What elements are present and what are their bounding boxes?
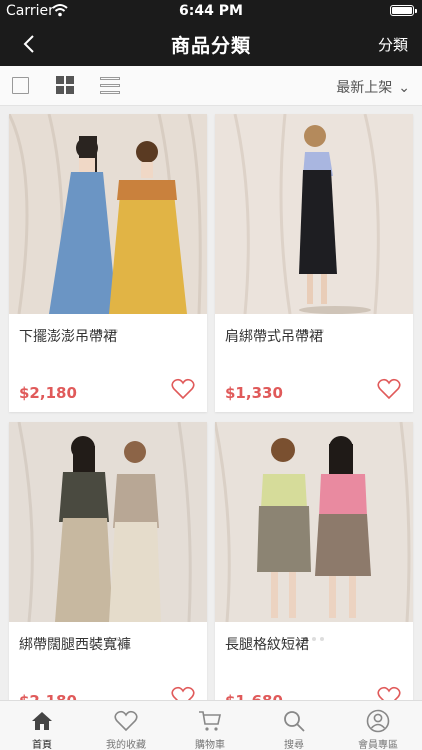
navigation-bar: 商品分類 分類 (0, 22, 422, 66)
tab-label: 會員專區 (358, 740, 398, 750)
home-icon (32, 712, 52, 730)
heart-icon[interactable] (171, 378, 195, 400)
product-card[interactable]: 長腿格紋短裙 $1,680 (215, 422, 413, 700)
battery-icon (390, 5, 417, 16)
list-view-icon[interactable] (100, 76, 120, 96)
user-icon (366, 709, 390, 733)
cart-icon (199, 711, 221, 731)
tab-label: 首頁 (32, 740, 52, 750)
product-price: $2,180 (19, 692, 77, 700)
heart-icon[interactable] (171, 686, 195, 700)
product-card[interactable]: 下擺澎澎吊帶裙 $2,180 (9, 114, 207, 412)
product-price: $2,180 (19, 384, 77, 402)
category-button[interactable]: 分類 (378, 34, 408, 55)
heart-icon (114, 710, 138, 732)
product-name: 肩綁帶式吊帶裙 (225, 329, 323, 345)
product-name: 長腿格紋短裙 (225, 637, 309, 653)
product-price: $1,330 (225, 384, 283, 402)
heart-icon[interactable] (377, 686, 401, 700)
view-toolbar: 最新上架 ⌄ (0, 66, 422, 106)
product-card[interactable]: 綁帶闊腿西裝寬褲 $2,180 (9, 422, 207, 700)
product-price: $1,680 (225, 692, 283, 700)
tab-member[interactable]: 會員專區 (336, 701, 420, 750)
tab-cart[interactable]: 購物車 (168, 701, 252, 750)
product-card[interactable]: 肩綁帶式吊帶裙 $1,330 (215, 114, 413, 412)
product-photo (9, 422, 207, 622)
tab-home[interactable]: 首頁 (0, 701, 84, 750)
product-name: 綁帶闊腿西裝寬褲 (19, 637, 131, 653)
search-icon (284, 711, 305, 732)
tab-search[interactable]: 搜尋 (252, 701, 336, 750)
tab-label: 我的收藏 (106, 740, 146, 750)
product-grid: 下擺澎澎吊帶裙 $2,180 肩綁帶式吊帶裙 $1,330 綁帶闊腿西裝寬褲 長… (0, 106, 422, 700)
product-photo (215, 422, 413, 622)
sort-label: 最新上架 (336, 80, 393, 96)
chevron-down-icon: ⌄ (398, 80, 410, 96)
single-view-icon[interactable] (12, 77, 29, 94)
tab-favorites[interactable]: 我的收藏 (84, 701, 168, 750)
product-photo (9, 114, 207, 314)
grid-view-icon[interactable] (56, 76, 76, 96)
tab-label: 搜尋 (284, 740, 304, 750)
clock: 6:44 PM (179, 3, 243, 19)
tab-label: 購物車 (195, 740, 225, 750)
product-photo (215, 114, 413, 314)
tab-bar: 首頁 我的收藏 購物車 搜尋 會員專區 (0, 700, 422, 750)
sort-dropdown[interactable]: 最新上架 ⌄ (336, 77, 410, 97)
heart-icon[interactable] (377, 378, 401, 400)
page-title: 商品分類 (170, 35, 251, 57)
status-bar: Carrier 6:44 PM (0, 0, 422, 22)
product-name: 下擺澎澎吊帶裙 (19, 329, 117, 345)
